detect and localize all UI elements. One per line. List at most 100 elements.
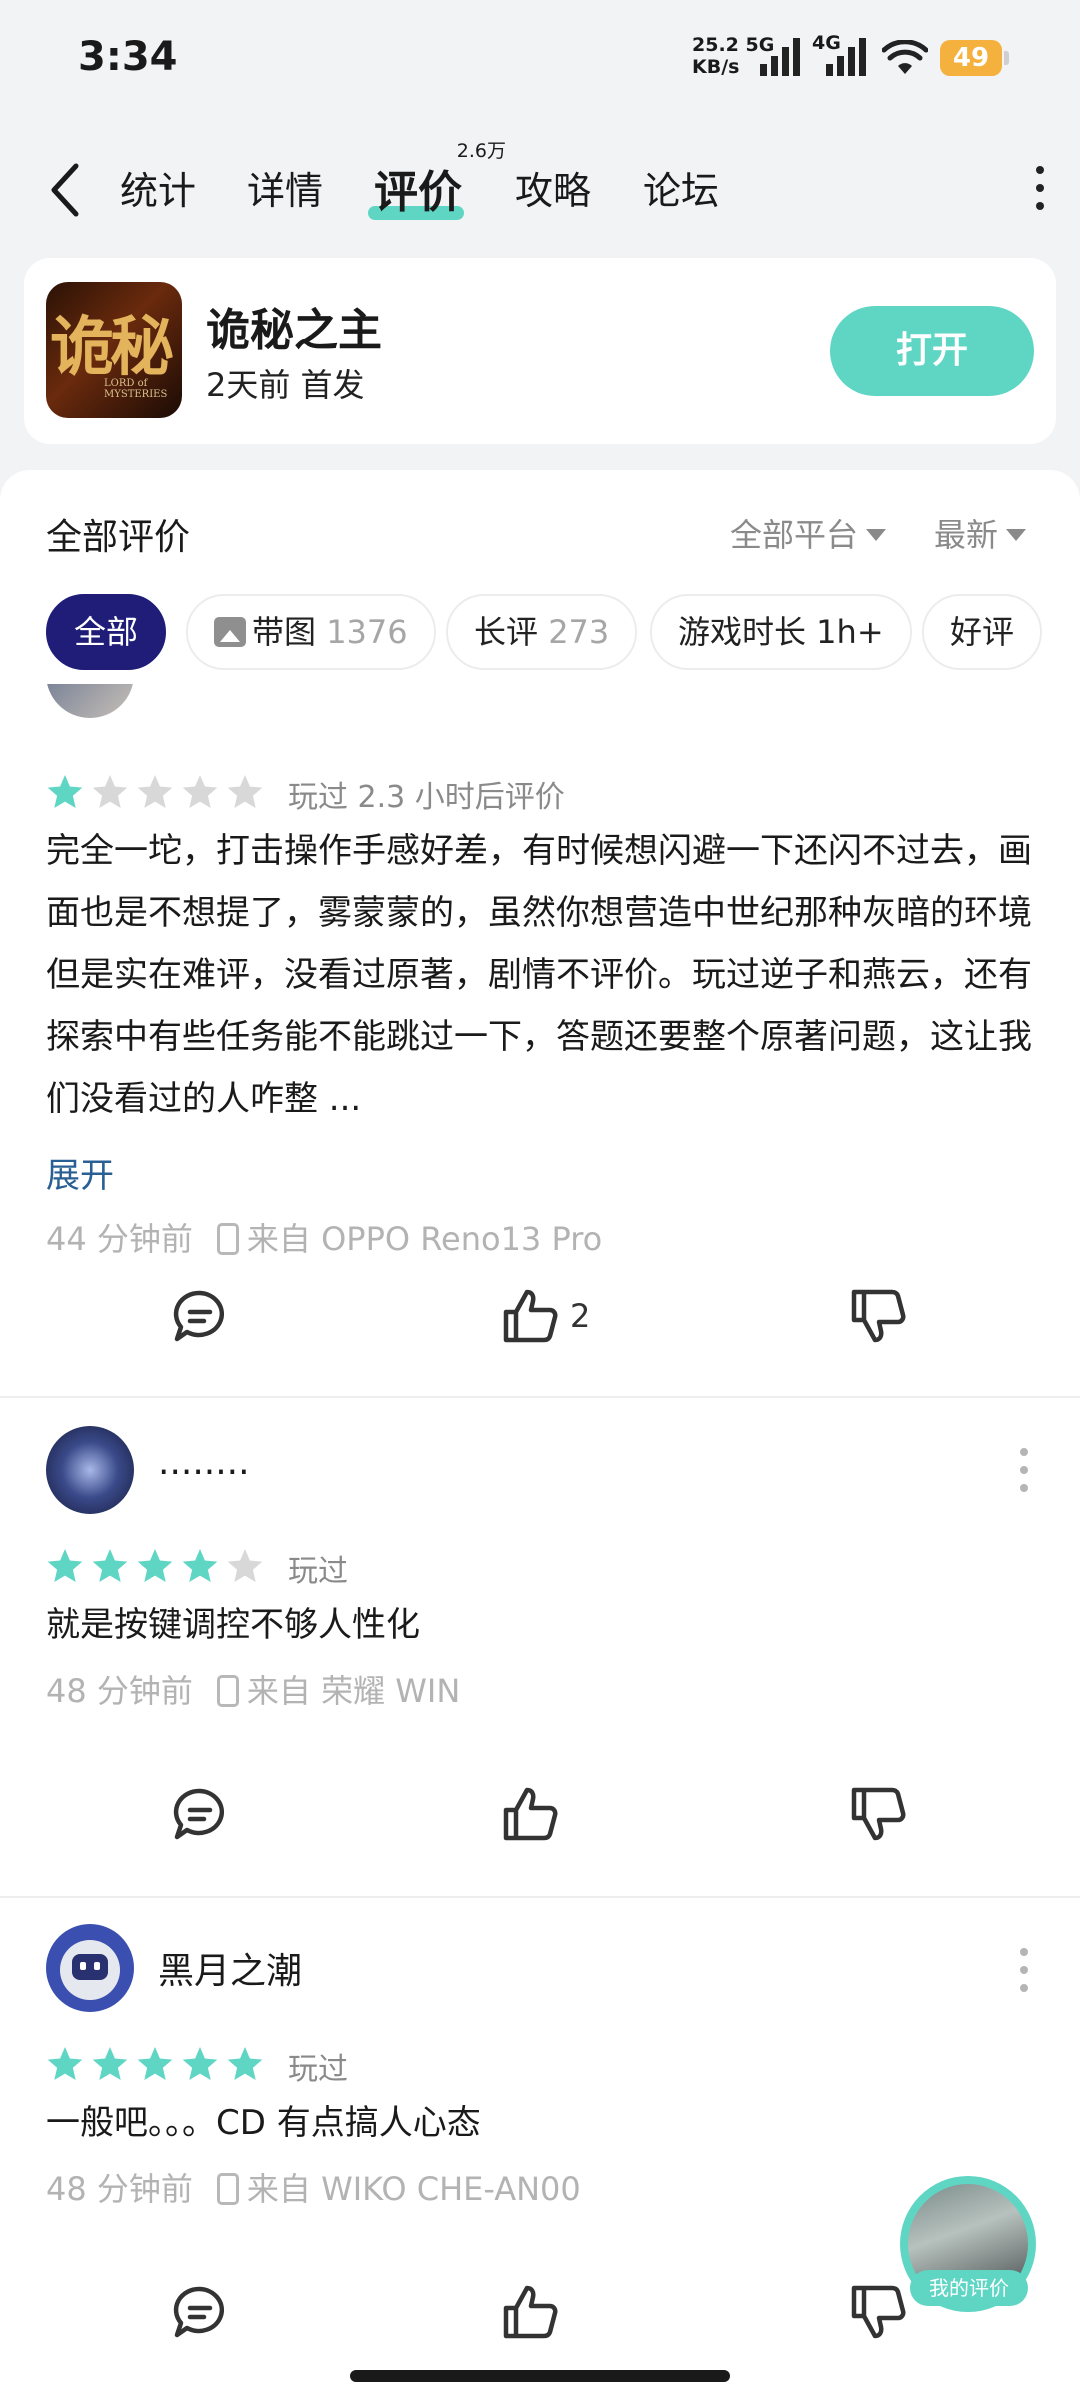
username[interactable]: 黑月之潮 <box>158 1942 302 1994</box>
chip-with-images[interactable]: 带图 1376 <box>186 594 436 670</box>
star-rating <box>46 2044 271 2084</box>
top-nav: 统计 详情 评价 2.6万 攻略 论坛 <box>0 120 1080 260</box>
platform-filter-label: 全部平台 <box>730 516 859 554</box>
review-time: 44 分钟前 <box>46 1220 193 1258</box>
chip-label: 长评 <box>474 613 539 651</box>
username[interactable]: ........ <box>158 1442 250 1483</box>
star-icon <box>92 1549 128 1582</box>
tab-reviews-label: 评价 <box>374 167 462 218</box>
reviews-title: 全部评价 <box>46 517 191 558</box>
played-duration: 玩过 2.3 小时后评价 <box>288 780 565 815</box>
tab-stats[interactable]: 统计 <box>120 160 196 215</box>
reviews-list[interactable]: 玩过 2.3 小时后评价 完全一坨，打击操作手感好差，有时候想闪避一下还闪不过去… <box>0 684 1080 2400</box>
battery-icon: 49 <box>940 40 1009 76</box>
reviews-panel: 全部评价 全部平台 最新 全部 带图 1376 长评 273 游戏时长 1h+ … <box>0 470 1080 2400</box>
thumbs-down-icon <box>851 2285 906 2339</box>
thumbs-down-icon <box>851 1289 906 1343</box>
like-count: 2 <box>570 1297 591 1335</box>
like-button[interactable] <box>500 2282 560 2342</box>
tab-reviews[interactable]: 评价 2.6万 <box>368 140 506 220</box>
my-review-label[interactable]: 我的评价 <box>910 2270 1028 2306</box>
status-time: 3:34 <box>78 34 178 80</box>
chip-positive[interactable]: 好评 <box>922 594 1043 670</box>
review-device: 来自 荣耀 WIN <box>246 1672 461 1710</box>
avatar[interactable] <box>46 1924 134 2012</box>
star-icon <box>137 1549 173 1582</box>
home-indicator[interactable] <box>350 2370 730 2382</box>
review-time: 48 分钟前 <box>46 2170 193 2208</box>
platform-filter-dropdown[interactable]: 全部平台 <box>730 510 887 556</box>
star-icon <box>137 775 173 808</box>
chip-long-reviews[interactable]: 长评 273 <box>446 594 638 670</box>
chip-label: 游戏时长 1h+ <box>678 613 884 651</box>
star-icon <box>92 2047 128 2080</box>
more-options-icon[interactable] <box>1030 166 1050 216</box>
tab-details[interactable]: 详情 <box>247 160 323 215</box>
comment-button[interactable] <box>170 1286 230 1346</box>
dislike-button[interactable] <box>848 1784 908 1844</box>
chip-all[interactable]: 全部 <box>46 594 167 670</box>
speed-unit: KB/s <box>692 56 740 78</box>
chip-playtime[interactable]: 游戏时长 1h+ <box>650 594 912 670</box>
app-release-meta: 2天前 首发 <box>206 366 365 404</box>
avatar[interactable] <box>46 684 134 718</box>
chevron-down-icon <box>866 529 887 541</box>
star-icon <box>227 2047 263 2080</box>
like-button[interactable] <box>500 1784 560 1844</box>
image-icon <box>214 617 246 647</box>
comment-button[interactable] <box>170 1784 230 1844</box>
thumbs-up-icon <box>503 1787 558 1841</box>
review-meta: 48 分钟前 来自 荣耀 WIN <box>46 1666 460 1712</box>
chip-label: 全部 <box>74 613 139 651</box>
status-bar: 3:34 25.2 5G KB/s 4G 49 <box>0 0 1080 120</box>
thumbs-up-icon <box>503 1289 558 1343</box>
divider <box>0 1896 1080 1898</box>
review-text: 完全一坨，打击操作手感好差，有时候想闪避一下还闪不过去，画面也是不想提了，雾蒙蒙… <box>46 831 1032 1119</box>
star-icon <box>227 775 263 808</box>
tab-forum[interactable]: 论坛 <box>643 160 719 215</box>
star-icon <box>137 2047 173 2080</box>
star-rating <box>46 1546 271 1586</box>
comment-icon <box>173 1290 225 1342</box>
review-text: 就是按键调控不够人性化 <box>46 1605 420 1645</box>
sort-dropdown[interactable]: 最新 <box>934 510 1027 556</box>
dislike-button[interactable] <box>848 2282 908 2342</box>
chip-count: 1376 <box>326 613 408 651</box>
wifi-icon <box>882 40 928 74</box>
filter-chips: 全部 带图 1376 长评 273 游戏时长 1h+ 好评 <box>46 594 1080 674</box>
star-icon <box>182 2047 218 2080</box>
thumbs-down-icon <box>851 1787 906 1841</box>
thumbs-up-icon <box>503 2285 558 2339</box>
review-device: 来自 OPPO Reno13 Pro <box>246 1220 603 1258</box>
star-icon <box>182 775 218 808</box>
star-icon <box>92 775 128 808</box>
star-icon <box>227 1549 263 1582</box>
tab-guides[interactable]: 攻略 <box>515 160 591 215</box>
review-meta: 48 分钟前 来自 WIKO CHE-AN00 <box>46 2164 581 2210</box>
phone-icon <box>216 1223 239 1255</box>
app-icon[interactable]: 诡秘 LORD of MYSTERIES <box>46 282 182 418</box>
signal-4g-icon <box>826 38 866 76</box>
more-options-icon[interactable] <box>1020 1448 1030 1492</box>
comment-button[interactable] <box>170 2282 230 2342</box>
comment-icon <box>173 1788 225 1840</box>
review-meta: 44 分钟前 来自 OPPO Reno13 Pro <box>46 1214 602 1260</box>
dislike-button[interactable] <box>848 1286 908 1346</box>
star-icon <box>182 1549 218 1582</box>
sort-label: 最新 <box>934 516 999 554</box>
avatar[interactable] <box>46 1426 134 1514</box>
speed-value: 25.2 <box>692 34 739 56</box>
expand-link[interactable]: 展开 <box>46 1148 114 1197</box>
app-icon-logo-text: 诡秘 <box>50 310 174 385</box>
review-count-badge: 2.6万 <box>456 140 506 162</box>
app-card: 诡秘 LORD of MYSTERIES 诡秘之主 2天前 首发 打开 <box>24 258 1056 444</box>
more-options-icon[interactable] <box>1020 1948 1030 1992</box>
back-arrow-icon[interactable] <box>46 160 86 220</box>
star-icon <box>47 1549 83 1582</box>
review-device: 来自 WIKO CHE-AN00 <box>246 2170 581 2208</box>
like-button[interactable]: 2 <box>500 1286 590 1346</box>
played-duration: 玩过 <box>288 1554 348 1589</box>
app-name: 诡秘之主 <box>206 305 382 356</box>
open-button[interactable]: 打开 <box>830 306 1034 396</box>
chevron-down-icon <box>1006 529 1027 541</box>
